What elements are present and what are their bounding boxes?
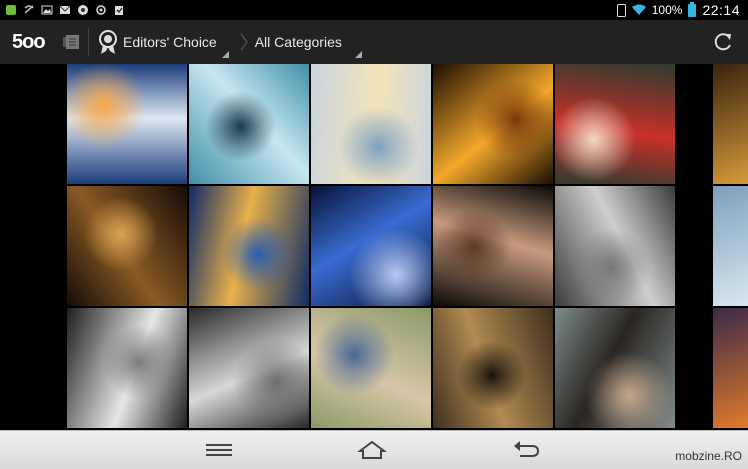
home-icon[interactable] [357,439,387,461]
photo-thumbnail-partial[interactable] [713,186,748,306]
watermark-text: mobzine.RO [675,449,742,463]
feature-spinner[interactable]: Editors' Choice [97,20,231,64]
photo-thumbnail[interactable] [311,64,431,184]
status-bar: 100% 22:14 [0,0,748,20]
photo-thumbnail[interactable] [555,64,675,184]
photo-thumbnail[interactable] [311,186,431,306]
photo-thumbnail[interactable] [555,186,675,306]
award-ribbon-icon [99,30,117,54]
app-notification-icon [6,5,16,15]
navigation-bar: mobzine.RO [0,430,748,469]
battery-icon [688,1,697,17]
photo-grid [0,64,748,430]
category-label: All Categories [254,34,342,50]
photo-thumbnail[interactable] [433,308,553,428]
photo-thumbnail[interactable] [189,64,309,184]
clock: 22:14 [702,2,740,18]
battery-percent: 100% [651,3,683,17]
feature-label: Editors' Choice [123,34,217,50]
chrome-icon [78,5,88,15]
notification-icons [0,4,125,16]
gmail-icon [59,5,71,14]
image-icon [41,5,53,15]
photo-thumbnail-partial[interactable] [713,64,748,184]
refresh-icon[interactable] [712,31,734,53]
photo-thumbnail[interactable] [67,64,187,184]
dropdown-corner-icon [221,51,229,58]
photo-thumbnail[interactable] [433,64,553,184]
photo-thumbnail[interactable] [555,308,675,428]
photo-thumbnail[interactable] [311,308,431,428]
photo-thumbnail[interactable] [433,186,553,306]
photo-thumbnail[interactable] [67,308,187,428]
app-logo[interactable]: 5oo [12,31,50,54]
tablet-icon [616,3,626,17]
clipboard-check-icon [115,6,123,15]
action-bar: 5oo Editors' Choice All Categories [0,20,748,64]
sync-icon [96,5,106,15]
photo-thumbnail[interactable] [67,186,187,306]
photo-thumbnail[interactable] [189,186,309,306]
menu-icon[interactable] [204,439,234,461]
back-icon[interactable] [510,439,540,461]
dropdown-corner-icon [354,51,362,58]
photo-thumbnail-partial[interactable] [713,308,748,428]
chevron-right-icon [240,33,248,51]
category-spinner[interactable]: All Categories [255,20,364,64]
stack-icon[interactable] [62,33,80,51]
wifi-icon [631,4,646,15]
phone-off-icon [24,5,34,14]
photo-thumbnail[interactable] [189,308,309,428]
divider [88,28,89,56]
